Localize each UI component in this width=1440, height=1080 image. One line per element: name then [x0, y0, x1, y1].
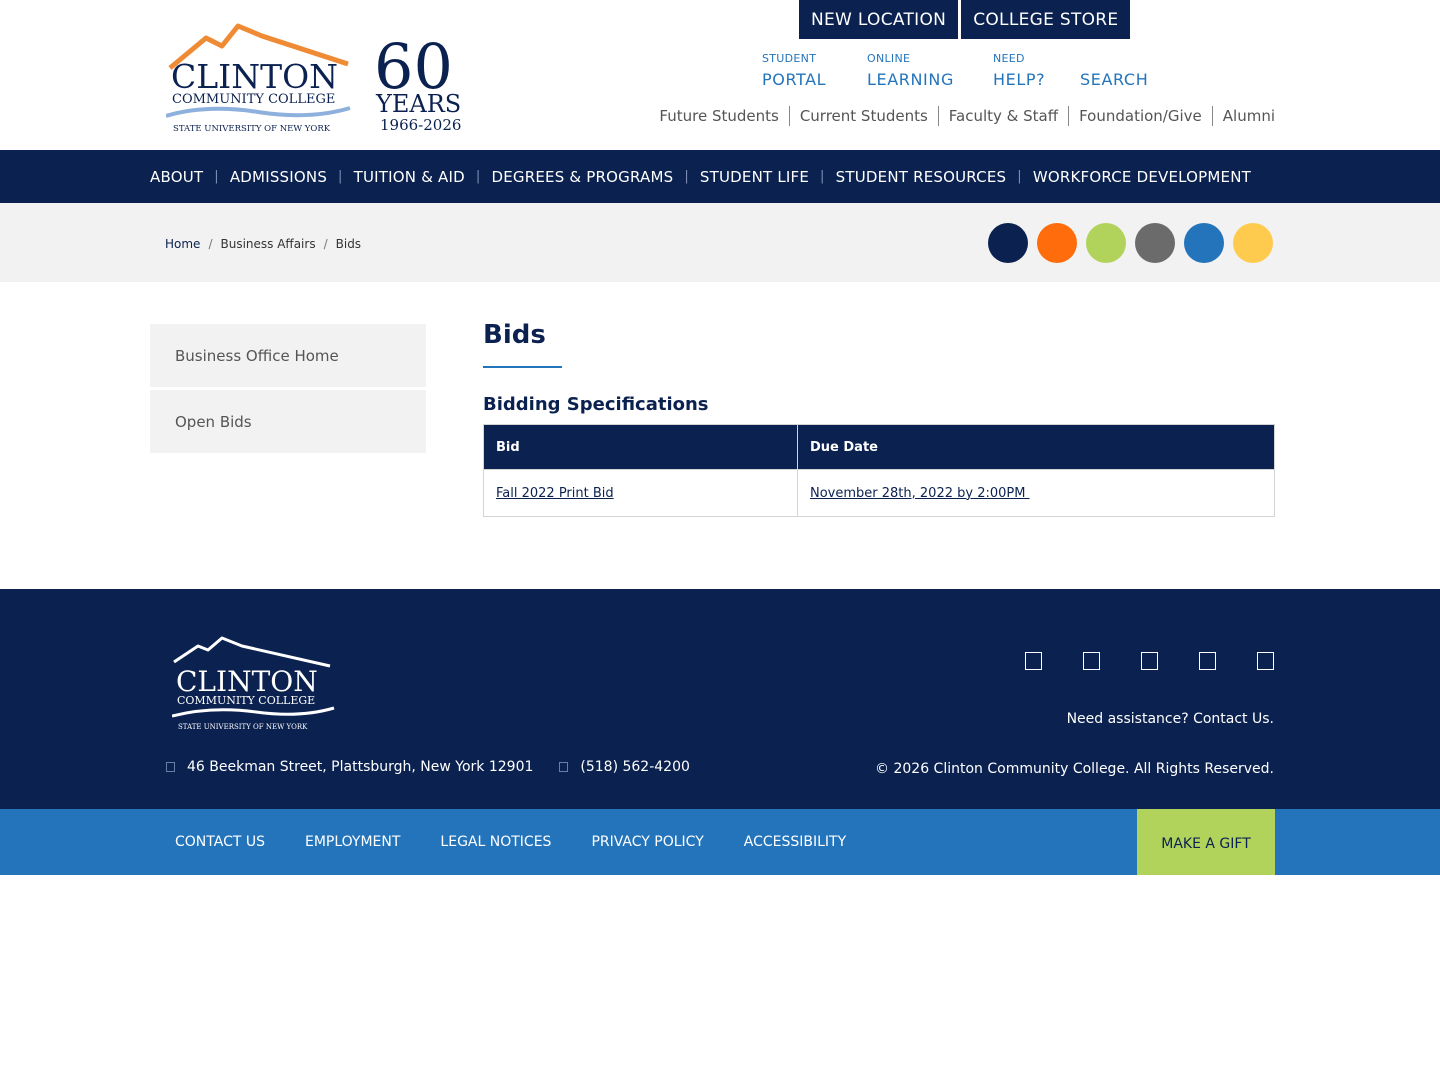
breadcrumb-home[interactable]: Home	[165, 237, 200, 251]
quick-link-small: STUDENT	[762, 52, 817, 65]
make-a-gift-button[interactable]: MAKE A GIFT	[1137, 809, 1275, 875]
contact-us-link[interactable]: CONTACT US	[175, 834, 265, 850]
color-dot-navy[interactable]	[988, 223, 1028, 263]
due-date-link[interactable]: November 28th, 2022 by 2:00PM	[810, 486, 1030, 501]
table-cell-bid: Fall 2022 Print Bid	[483, 469, 798, 517]
bottom-links: CONTACT US EMPLOYMENT LEGAL NOTICES PRIV…	[175, 809, 846, 875]
privacy-policy-link[interactable]: PRIVACY POLICY	[591, 834, 703, 850]
main-content: Bids Bidding Specifications Bid Due Date…	[483, 320, 1275, 517]
address-text: 46 Beekman Street, Plattsburgh, New York…	[187, 759, 534, 775]
breadcrumb-band: Home / Business Affairs / Bids	[0, 203, 1440, 282]
quick-link-big: LEARNING	[867, 70, 954, 89]
phone-icon	[559, 762, 569, 772]
nav-separator: |	[475, 169, 481, 184]
color-dot-orange[interactable]	[1037, 223, 1077, 263]
social-links	[1025, 652, 1274, 670]
online-learning-link[interactable]: ONLINE LEARNING	[867, 52, 954, 89]
footer-address: 46 Beekman Street, Plattsburgh, New York…	[166, 759, 690, 775]
nav-student-life[interactable]: STUDENT LIFE	[700, 168, 809, 186]
sidebar-item-open-bids[interactable]: Open Bids	[150, 390, 426, 453]
quick-link-big: HELP?	[993, 70, 1046, 89]
page-title: Bids	[483, 320, 546, 350]
nav-workforce-development[interactable]: WORKFORCE DEVELOPMENT	[1033, 168, 1251, 186]
color-dot-yellow[interactable]	[1233, 223, 1273, 263]
site-header: CLINTON COMMUNITY COLLEGE STATE UNIVERSI…	[0, 0, 1440, 150]
main-nav: ABOUT | ADMISSIONS | TUITION & AID | DEGREE…	[0, 150, 1440, 203]
need-help-link[interactable]: NEED HELP?	[993, 52, 1045, 89]
accessibility-link[interactable]: ACCESSIBILITY	[744, 834, 846, 850]
nav-separator: |	[684, 169, 689, 184]
youtube-icon[interactable]	[1199, 652, 1216, 670]
student-portal-link[interactable]: STUDENT PORTAL	[762, 52, 826, 89]
bids-table: Bid Due Date Fall 2022 Print Bid Novembe…	[483, 424, 1275, 517]
color-dot-green[interactable]	[1086, 223, 1126, 263]
logo-name: CLINTON	[171, 57, 338, 96]
table-row: Fall 2022 Print Bid November 28th, 2022 …	[483, 469, 1275, 517]
nav-separator: |	[214, 169, 219, 184]
legal-notices-link[interactable]: LEGAL NOTICES	[440, 834, 551, 850]
nav-admissions[interactable]: ADMISSIONS	[230, 168, 327, 186]
table-header-due-date: Due Date	[797, 424, 1275, 470]
color-dot-blue[interactable]	[1184, 223, 1224, 263]
footer-logo-sub: COMMUNITY COLLEGE	[177, 694, 315, 707]
bottom-bar: CONTACT US EMPLOYMENT LEGAL NOTICES PRIV…	[0, 809, 1440, 875]
nav-separator: |	[1017, 169, 1022, 184]
bid-link[interactable]: Fall 2022 Print Bid	[496, 486, 614, 501]
breadcrumb-current: Bids	[335, 237, 362, 251]
search-link[interactable]: SEARCH	[1080, 52, 1148, 89]
quick-link-big: PORTAL	[762, 70, 827, 89]
breadcrumb: Home / Business Affairs / Bids	[165, 237, 361, 251]
anniversary-dates: 1966-2026	[380, 116, 461, 134]
college-store-button[interactable]: COLLEGE STORE	[961, 0, 1131, 39]
quick-link-small: ONLINE	[867, 52, 911, 65]
nav-about[interactable]: ABOUT	[150, 168, 203, 186]
breadcrumb-business-affairs[interactable]: Business Affairs	[220, 237, 315, 251]
copyright: © 2026 Clinton Community College. All Ri…	[875, 761, 1274, 777]
title-underline	[483, 366, 562, 368]
facebook-icon[interactable]	[1025, 652, 1042, 670]
top-buttons: NEW LOCATION COLLEGE STORE	[799, 0, 1131, 39]
alumni-link[interactable]: Alumni	[1211, 106, 1275, 126]
quick-link-big: SEARCH	[1080, 70, 1149, 89]
quick-link-small: NEED	[993, 52, 1025, 65]
current-students-link[interactable]: Current Students	[788, 106, 938, 126]
section-title: Bidding Specifications	[483, 394, 709, 415]
future-students-link[interactable]: Future Students	[649, 106, 788, 126]
nav-separator: |	[820, 169, 825, 184]
anniversary-word: YEARS	[375, 90, 461, 118]
footer-phone[interactable]: (518) 562-4200	[559, 759, 690, 775]
phone-text: (518) 562-4200	[580, 759, 690, 775]
logo-sub: COMMUNITY COLLEGE	[172, 92, 335, 107]
employment-link[interactable]: EMPLOYMENT	[305, 834, 400, 850]
instagram-icon[interactable]	[1141, 652, 1158, 670]
audience-links: Future Students Current Students Faculty…	[649, 106, 1275, 126]
twitter-icon[interactable]	[1083, 652, 1100, 670]
contact-assistance-link[interactable]: Need assistance? Contact Us.	[1067, 711, 1274, 727]
new-location-button[interactable]: NEW LOCATION	[799, 0, 959, 39]
footer-logo[interactable]: CLINTON COMMUNITY COLLEGE STATE UNIVERSI…	[172, 636, 337, 732]
table-header-bid: Bid	[483, 424, 798, 470]
footer-logo-suny: STATE UNIVERSITY OF NEW YORK	[178, 723, 308, 731]
faculty-staff-link[interactable]: Faculty & Staff	[937, 106, 1068, 126]
table-cell-due-date: November 28th, 2022 by 2:00PM	[797, 469, 1275, 517]
linkedin-icon[interactable]	[1257, 652, 1274, 670]
color-dot-gray[interactable]	[1135, 223, 1175, 263]
nav-tuition-aid[interactable]: TUITION & AID	[354, 168, 465, 186]
sidebar-item-business-office-home[interactable]: Business Office Home	[150, 324, 426, 387]
quick-link-small	[1080, 52, 1148, 66]
color-theme-dots	[988, 223, 1273, 263]
nav-degrees-programs[interactable]: DEGREES & PROGRAMS	[491, 168, 673, 186]
sidebar: Business Office Home Open Bids	[150, 324, 426, 456]
map-marker-icon	[166, 762, 175, 772]
table-header-row: Bid Due Date	[483, 424, 1275, 470]
footer: CLINTON COMMUNITY COLLEGE STATE UNIVERSI…	[0, 589, 1440, 809]
breadcrumb-separator: /	[208, 237, 213, 251]
breadcrumb-separator: /	[323, 237, 328, 251]
nav-student-resources[interactable]: STUDENT RESOURCES	[836, 168, 1007, 186]
foundation-give-link[interactable]: Foundation/Give	[1068, 106, 1212, 126]
college-logo[interactable]: CLINTON COMMUNITY COLLEGE STATE UNIVERSI…	[166, 22, 491, 138]
nav-separator: |	[338, 169, 343, 184]
logo-suny: STATE UNIVERSITY OF NEW YORK	[173, 124, 331, 134]
